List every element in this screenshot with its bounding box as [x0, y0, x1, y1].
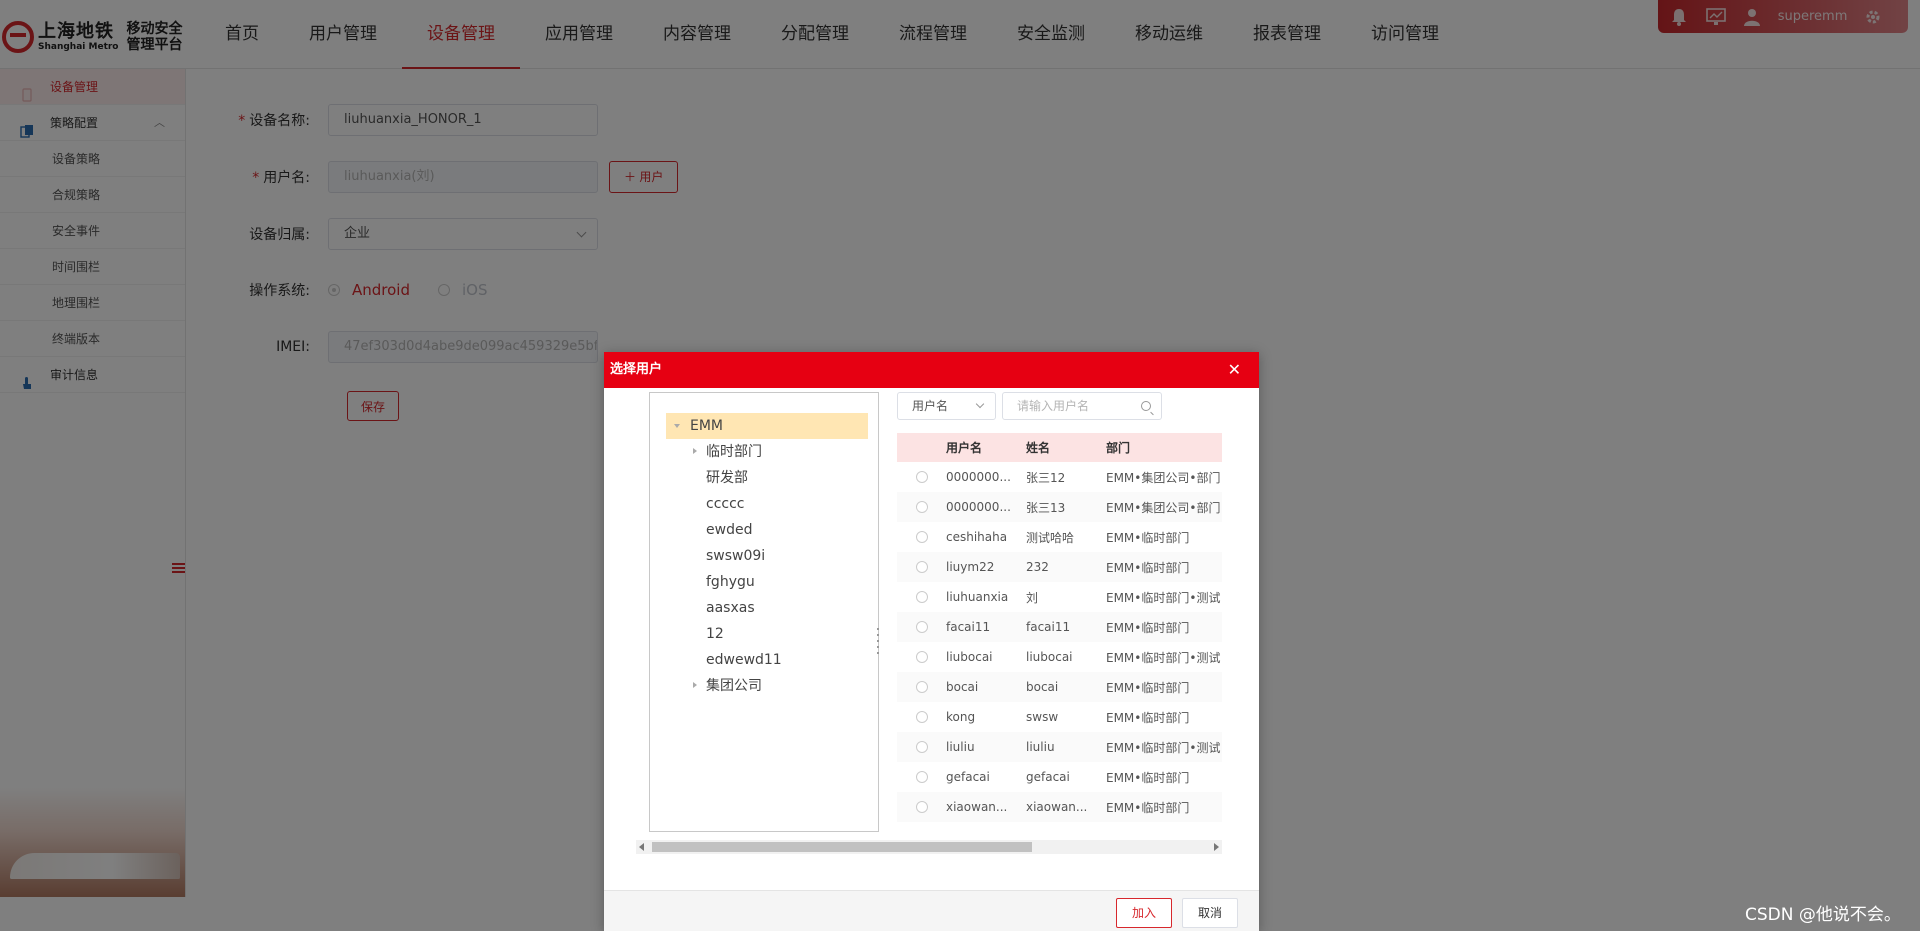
select-user-dialog: 选择用户 ✕ EMM 临时部门 研发部 ccccc ewded swsw09i … — [604, 352, 1259, 931]
caret-right-icon[interactable] — [693, 448, 697, 454]
cell-department: EMM•集团公司•部门 — [1106, 470, 1221, 485]
dialog-body: EMM 临时部门 研发部 ccccc ewded swsw09i fghygu … — [604, 388, 1259, 854]
cell-name: 刘 — [1026, 590, 1039, 605]
cell-username: liubocai — [946, 650, 993, 664]
cell-name: liuliu — [1026, 740, 1055, 754]
cell-username: facai11 — [946, 620, 991, 634]
csdn-watermark: CSDN @他说不会。 — [1745, 905, 1901, 925]
cell-name: 张三13 — [1026, 500, 1066, 515]
cell-username: bocai — [946, 680, 979, 694]
cell-username: gefacai — [946, 770, 990, 784]
table-row[interactable]: 0000000... 张三13 EMM•集团公司•部门 — [897, 492, 1222, 522]
table-row[interactable]: liuym22 232 EMM•临时部门 — [897, 552, 1222, 582]
cell-name: 张三12 — [1026, 470, 1066, 485]
tree-node[interactable]: 研发部 — [650, 465, 878, 491]
user-table: 用户名 姓名 部门 0000000... 张三12 EMM•集团公司•部门 00000… — [897, 433, 1222, 831]
row-radio-button[interactable] — [915, 501, 928, 513]
tree-node[interactable]: 集团公司 — [650, 673, 878, 699]
cell-username: xiaowan... — [946, 800, 1008, 814]
cell-username: ceshihaha — [946, 530, 1008, 544]
row-radio-button[interactable] — [915, 711, 928, 723]
cell-name: 测试哈哈 — [1026, 530, 1075, 545]
table-row[interactable]: gefacai gefacai EMM•临时部门 — [897, 762, 1222, 792]
row-radio-button[interactable] — [915, 741, 928, 753]
dialog-header: 选择用户 ✕ — [604, 352, 1259, 388]
cell-department: EMM•临时部门 — [1106, 770, 1190, 785]
username-search-input[interactable]: 请输入用户名 — [1002, 392, 1162, 420]
table-row[interactable]: liubocai liubocai EMM•临时部门•测试 — [897, 642, 1222, 672]
pane-resize-handle[interactable] — [874, 628, 882, 654]
tree-node[interactable]: ccccc — [650, 491, 878, 517]
cell-department: EMM•临时部门 — [1106, 530, 1190, 545]
scroll-left-icon[interactable] — [639, 843, 644, 851]
cell-department: EMM•临时部门 — [1106, 560, 1190, 575]
caret-right-icon[interactable] — [693, 682, 697, 688]
scroll-right-icon[interactable] — [1214, 843, 1219, 851]
join-button[interactable]: 加入 — [1116, 898, 1172, 928]
cell-department: EMM•临时部门•测试 — [1106, 740, 1221, 755]
table-row[interactable]: facai11 facai11 EMM•临时部门 — [897, 612, 1222, 642]
row-radio-button[interactable] — [915, 471, 928, 483]
tree-node[interactable]: swsw09i — [650, 543, 878, 569]
horizontal-scrollbar[interactable] — [636, 840, 1222, 854]
tree-node[interactable]: fghygu — [650, 569, 878, 595]
row-radio-button[interactable] — [915, 771, 928, 783]
tree-node[interactable]: 临时部门 — [650, 439, 878, 465]
table-row[interactable]: kong swsw EMM•临时部门 — [897, 702, 1222, 732]
tree-node[interactable]: edwewd11 — [650, 647, 878, 673]
tree-node-root[interactable]: EMM — [666, 413, 868, 439]
table-row[interactable]: bocai bocai EMM•临时部门 — [897, 672, 1222, 702]
cell-name: bocai — [1026, 680, 1059, 694]
search-icon[interactable] — [1141, 401, 1151, 411]
cell-username: liuym22 — [946, 560, 995, 574]
cell-name: swsw — [1026, 710, 1059, 724]
cell-department: EMM•集团公司•部门 — [1106, 500, 1221, 515]
scrollbar-thumb[interactable] — [652, 842, 1032, 852]
column-header-name: 姓名 — [1026, 441, 1051, 455]
cell-department: EMM•临时部门 — [1106, 680, 1190, 695]
cell-department: EMM•临时部门•测试 — [1106, 650, 1221, 665]
dialog-footer: 加入 取消 — [604, 890, 1259, 931]
tree-node[interactable]: 12 — [650, 621, 878, 647]
table-row[interactable]: 0000000... 张三12 EMM•集团公司•部门 — [897, 462, 1222, 492]
tree-node[interactable]: aasxas — [650, 595, 878, 621]
cell-username: liuliu — [946, 740, 975, 754]
chevron-down-icon — [975, 399, 985, 409]
cancel-button[interactable]: 取消 — [1182, 898, 1238, 928]
close-icon[interactable]: ✕ — [1228, 352, 1241, 388]
department-tree: EMM 临时部门 研发部 ccccc ewded swsw09i fghygu … — [649, 392, 879, 832]
table-row[interactable]: xiaowan... xiaowan... EMM•临时部门 — [897, 792, 1222, 822]
row-radio-button[interactable] — [915, 651, 928, 663]
cell-department: EMM•临时部门 — [1106, 800, 1190, 815]
table-row[interactable]: liuhuanxia 刘 EMM•临时部门•测试 — [897, 582, 1222, 612]
row-radio-button[interactable] — [915, 561, 928, 573]
row-radio-button[interactable] — [915, 591, 928, 603]
cell-department: EMM•临时部门 — [1106, 620, 1190, 635]
column-header-username: 用户名 — [946, 441, 983, 455]
cell-username: kong — [946, 710, 976, 724]
table-header: 用户名 姓名 部门 — [897, 433, 1222, 462]
cell-username: 0000000... — [946, 500, 1011, 514]
cell-username: 0000000... — [946, 470, 1011, 484]
cell-name: facai11 — [1026, 620, 1071, 634]
cell-department: EMM•临时部门 — [1106, 710, 1190, 725]
tree-node[interactable]: ewded — [650, 517, 878, 543]
dialog-title: 选择用户 — [610, 362, 663, 377]
cell-name: 232 — [1026, 560, 1049, 574]
row-radio-button[interactable] — [915, 801, 928, 813]
cell-department: EMM•临时部门•测试 — [1106, 590, 1221, 605]
cell-username: liuhuanxia — [946, 590, 1009, 604]
row-radio-button[interactable] — [915, 681, 928, 693]
column-header-department: 部门 — [1106, 441, 1131, 455]
caret-down-icon[interactable] — [674, 424, 680, 428]
table-row[interactable]: liuliu liuliu EMM•临时部门•测试 — [897, 732, 1222, 762]
row-radio-button[interactable] — [915, 621, 928, 633]
cell-name: gefacai — [1026, 770, 1070, 784]
row-radio-button[interactable] — [915, 531, 928, 543]
cell-name: liubocai — [1026, 650, 1073, 664]
table-body: 0000000... 张三12 EMM•集团公司•部门 0000000... 张三13 E… — [897, 462, 1222, 822]
search-field-select[interactable]: 用户名 — [897, 392, 996, 420]
cell-name: xiaowan... — [1026, 800, 1088, 814]
table-row[interactable]: ceshihaha 测试哈哈 EMM•临时部门 — [897, 522, 1222, 552]
